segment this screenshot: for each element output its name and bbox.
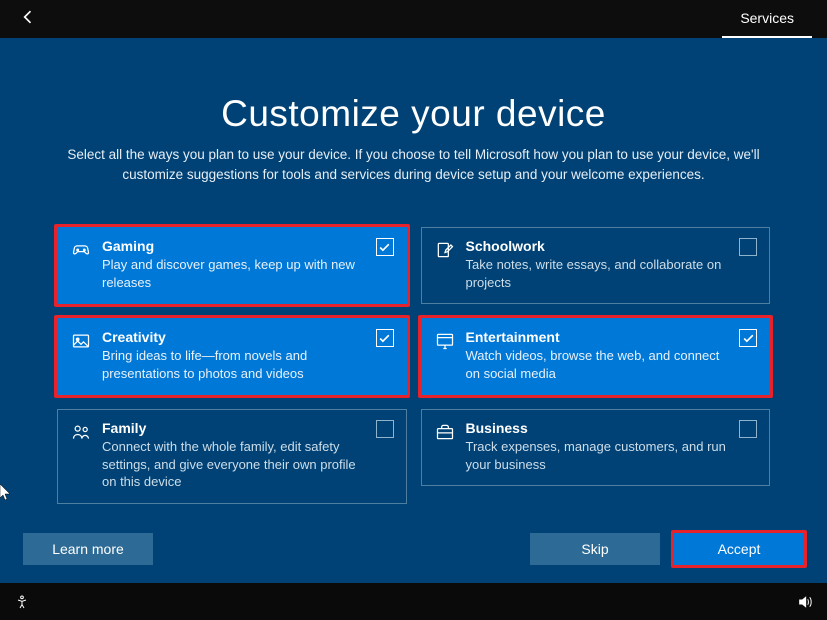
accessibility-icon[interactable]: [14, 594, 30, 610]
card-gaming[interactable]: Gaming Play and discover games, keep up …: [57, 227, 407, 304]
footer-buttons: Learn more Skip Accept: [12, 530, 815, 583]
card-family[interactable]: Family Connect with the whole family, ed…: [57, 409, 407, 504]
card-desc: Watch videos, browse the web, and connec…: [466, 347, 728, 382]
back-button[interactable]: [18, 7, 38, 32]
card-title: Entertainment: [466, 329, 728, 345]
card-title: Business: [466, 420, 728, 436]
card-title: Family: [102, 420, 364, 436]
card-business[interactable]: Business Track expenses, manage customer…: [421, 409, 771, 486]
taskbar: [0, 583, 827, 620]
gaming-icon: [70, 240, 92, 262]
entertainment-icon: [434, 331, 456, 353]
creativity-icon: [70, 331, 92, 353]
volume-icon[interactable]: [797, 594, 813, 610]
card-desc: Connect with the whole family, edit safe…: [102, 438, 364, 491]
learn-more-button[interactable]: Learn more: [23, 533, 153, 565]
checkbox-gaming[interactable]: [376, 238, 394, 256]
checkbox-schoolwork[interactable]: [739, 238, 757, 256]
checkbox-entertainment[interactable]: [739, 329, 757, 347]
card-title: Creativity: [102, 329, 364, 345]
card-desc: Take notes, write essays, and collaborat…: [466, 256, 728, 291]
checkbox-creativity[interactable]: [376, 329, 394, 347]
options-grid: Gaming Play and discover games, keep up …: [12, 224, 815, 507]
title-bar: Services: [0, 0, 827, 38]
page-subtitle: Select all the ways you plan to use your…: [64, 145, 764, 184]
card-desc: Bring ideas to life—from novels and pres…: [102, 347, 364, 382]
family-icon: [70, 422, 92, 444]
checkbox-family[interactable]: [376, 420, 394, 438]
card-desc: Play and discover games, keep up with ne…: [102, 256, 364, 291]
skip-button[interactable]: Skip: [530, 533, 660, 565]
card-desc: Track expenses, manage customers, and ru…: [466, 438, 728, 473]
card-creativity[interactable]: Creativity Bring ideas to life—from nove…: [57, 318, 407, 395]
schoolwork-icon: [434, 240, 456, 262]
main-panel: Customize your device Select all the way…: [0, 38, 827, 583]
card-title: Schoolwork: [466, 238, 728, 254]
accept-button[interactable]: Accept: [674, 533, 804, 565]
business-icon: [434, 422, 456, 444]
tab-services[interactable]: Services: [722, 0, 812, 38]
page-title: Customize your device: [12, 93, 815, 135]
card-title: Gaming: [102, 238, 364, 254]
header-tabs: Services: [722, 0, 812, 38]
checkbox-business[interactable]: [739, 420, 757, 438]
card-schoolwork[interactable]: Schoolwork Take notes, write essays, and…: [421, 227, 771, 304]
card-entertainment[interactable]: Entertainment Watch videos, browse the w…: [421, 318, 771, 395]
